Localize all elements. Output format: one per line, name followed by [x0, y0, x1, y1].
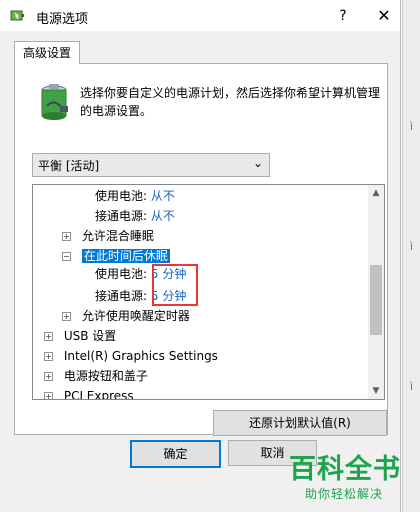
tree-item-power-buttons[interactable]: + 电源按钮和盖子 — [44, 367, 148, 385]
scrollbar-thumb[interactable] — [370, 265, 382, 335]
background-fragment: ì — [410, 240, 414, 253]
expand-icon[interactable]: + — [44, 392, 53, 399]
expand-icon[interactable]: + — [62, 232, 71, 241]
power-settings-tree[interactable]: 使用电池: 从不 接通电源: 从不 + 允许混合睡眠 − 在此时间后休眠 使用电… — [32, 184, 385, 400]
expand-icon[interactable]: + — [44, 352, 53, 361]
watermark-subtitle: 助你轻松解决 — [305, 487, 384, 501]
tree-item-hibernate-after[interactable]: − 在此时间后休眠 — [62, 247, 170, 265]
tree-item-label: Intel(R) Graphics Settings — [63, 349, 218, 363]
power-plan-value: 平衡 [活动] — [38, 159, 100, 173]
background-window-strip: ì ì ì — [402, 0, 420, 512]
scroll-down-arrow-icon[interactable]: ▼ — [368, 383, 384, 399]
restore-defaults-button[interactable]: 还原计划默认值(R) — [213, 410, 387, 436]
tree-item-plugged-setting[interactable]: 接通电源: 从不 — [95, 207, 175, 225]
help-button[interactable]: ? — [333, 6, 353, 26]
watermark-title: 百科全书 — [289, 454, 401, 485]
background-fragment: ì — [410, 120, 414, 133]
window-title: 电源选项 — [36, 12, 89, 27]
tree-item-label: 电源按钮和盖子 — [63, 369, 148, 383]
power-options-icon — [10, 8, 28, 27]
tree-item-label: PCI Express — [63, 389, 134, 400]
collapse-icon[interactable]: − — [62, 252, 71, 261]
tree-item-graphics-settings[interactable]: + Intel(R) Graphics Settings — [44, 347, 218, 365]
close-button[interactable]: ✕ — [374, 6, 394, 26]
setting-value-link[interactable]: 从不 — [151, 189, 175, 203]
setting-value-link[interactable]: 从不 — [151, 209, 175, 223]
ok-button[interactable]: 确定 — [130, 440, 221, 468]
plan-description: 选择你要自定义的电源计划，然后选择你希望计算机管理的电源设置。 — [80, 86, 381, 118]
power-plan-select[interactable]: 平衡 [活动] ⌄ — [32, 153, 270, 177]
tree-item-label: 使用电池: — [95, 267, 148, 281]
title-bar: 电源选项 ? ✕ — [0, 0, 400, 31]
tree-item-label: 接通电源: — [95, 209, 148, 223]
tree-item-battery-setting[interactable]: 使用电池: 从不 — [95, 187, 175, 205]
tree-item-label: USB 设置 — [63, 329, 117, 343]
tree-item-wake-timers[interactable]: + 允许使用唤醒定时器 — [62, 307, 190, 325]
site-watermark: 百科全书 助你轻松解决 — [285, 447, 405, 507]
battery-plug-icon — [38, 82, 72, 127]
tree-item-usb-settings[interactable]: + USB 设置 — [44, 327, 116, 345]
expand-icon[interactable]: + — [62, 312, 71, 321]
tree-scrollbar[interactable]: ▲ ▼ — [368, 185, 384, 399]
expand-icon[interactable]: + — [44, 372, 53, 381]
scroll-up-arrow-icon[interactable]: ▲ — [368, 185, 384, 201]
background-fragment: ì — [410, 380, 414, 393]
tree-item-label: 使用电池: — [95, 189, 148, 203]
power-options-dialog: 电源选项 ? ✕ 高级设置 选择你要自定义的电源计划，然后选择你希望计算机管理的… — [0, 0, 401, 512]
tree-item-label-selected: 在此时间后休眠 — [81, 249, 170, 263]
tab-advanced-settings[interactable]: 高级设置 — [14, 41, 80, 64]
tree-item-label: 允许使用唤醒定时器 — [81, 309, 190, 323]
annotation-highlight-box — [152, 264, 198, 306]
chevron-down-icon: ⌄ — [252, 156, 263, 170]
tree-item-label: 允许混合睡眠 — [81, 229, 154, 243]
tree-item-hybrid-sleep[interactable]: + 允许混合睡眠 — [62, 227, 154, 245]
tree-item-label: 接通电源: — [95, 289, 148, 303]
tree-item-pci-express[interactable]: + PCI Express — [44, 387, 134, 400]
expand-icon[interactable]: + — [44, 332, 53, 341]
